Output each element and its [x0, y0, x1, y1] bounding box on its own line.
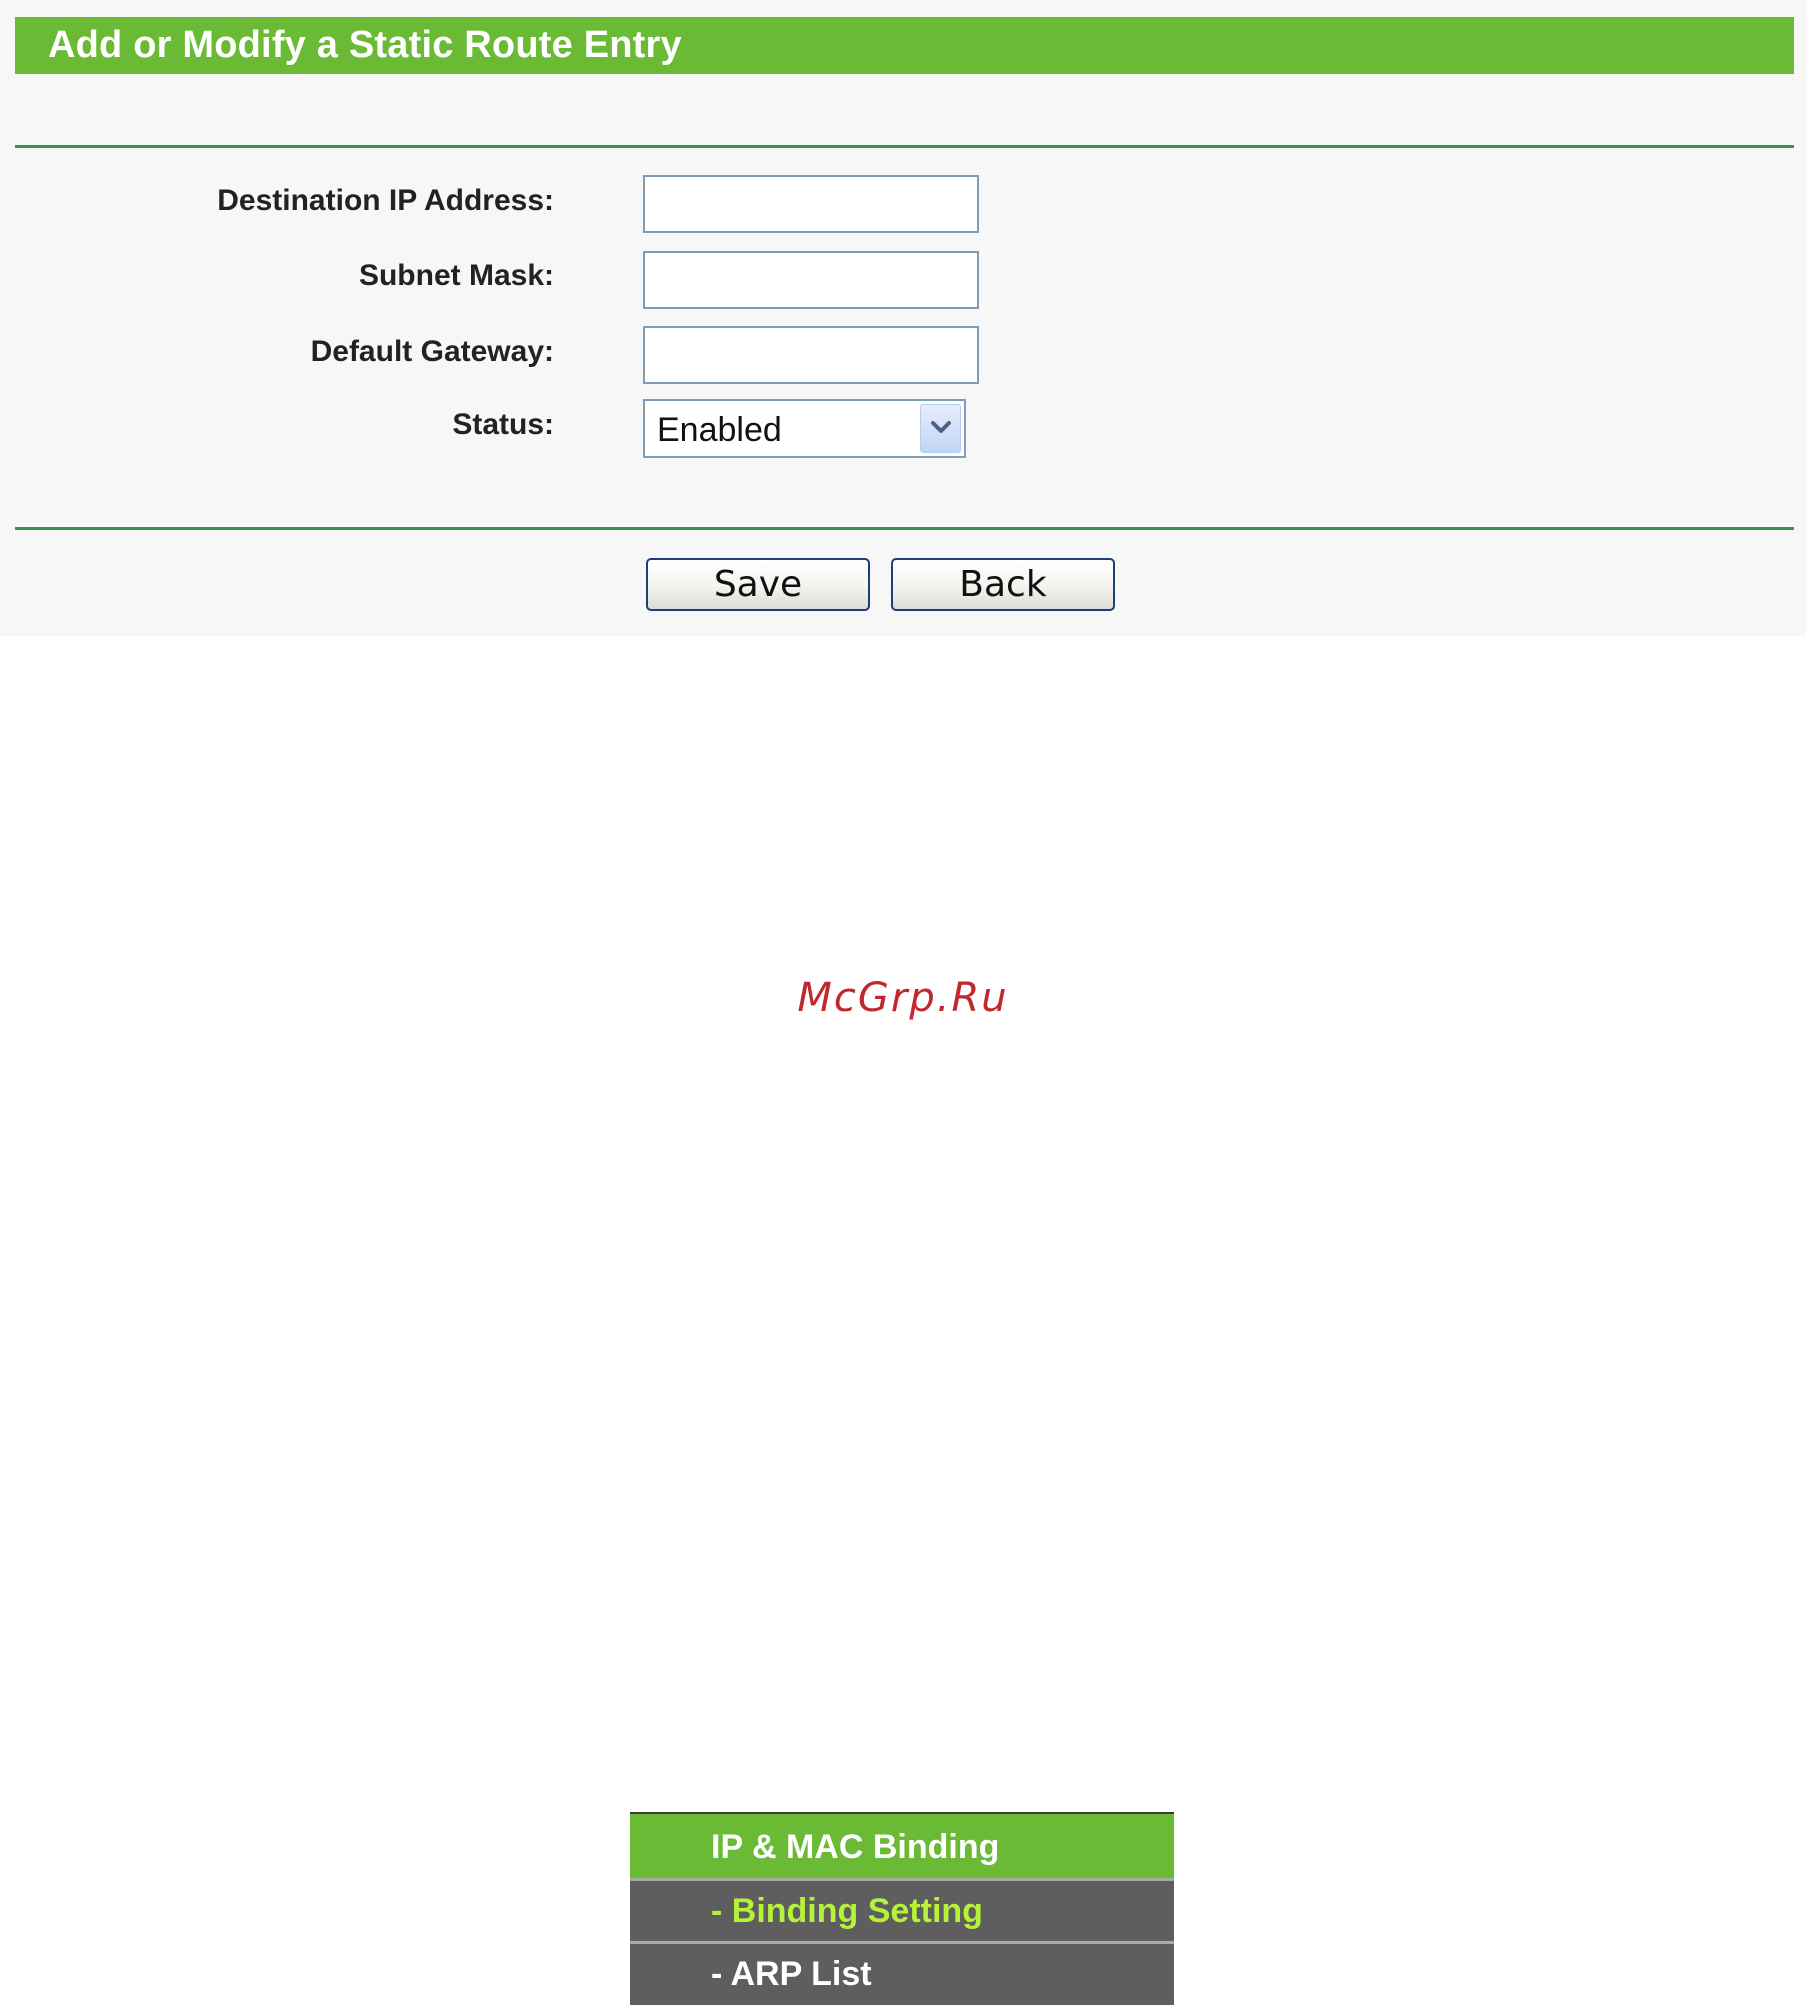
- status-select[interactable]: Enabled: [643, 399, 966, 458]
- default-gateway-label: Default Gateway:: [310, 335, 554, 368]
- divider-top: [15, 145, 1794, 148]
- back-button[interactable]: Back: [891, 558, 1115, 611]
- select-dropdown-button[interactable]: [920, 404, 961, 453]
- sidebar-menu: IP & MAC Binding - Binding Setting - ARP…: [630, 1812, 1174, 2005]
- title-bar: Add or Modify a Static Route Entry: [15, 17, 1794, 74]
- divider-bottom: [15, 527, 1794, 530]
- destination-ip-label: Destination IP Address:: [217, 184, 554, 217]
- watermark: McGrp.Ru: [797, 975, 1009, 1021]
- static-route-form-panel: Add or Modify a Static Route Entry Desti…: [0, 0, 1806, 636]
- status-label: Status:: [452, 408, 554, 441]
- chevron-down-icon: [931, 421, 951, 433]
- save-button[interactable]: Save: [646, 558, 870, 611]
- subnet-mask-label: Subnet Mask:: [358, 259, 554, 292]
- menu-item-binding-setting[interactable]: - Binding Setting: [630, 1881, 1174, 1941]
- menu-item-ip-mac-binding[interactable]: IP & MAC Binding: [630, 1814, 1174, 1880]
- page-title: Add or Modify a Static Route Entry: [48, 24, 682, 66]
- subnet-mask-input[interactable]: [643, 251, 979, 309]
- destination-ip-input[interactable]: [643, 175, 979, 233]
- status-select-value: Enabled: [657, 411, 782, 449]
- menu-item-arp-list[interactable]: - ARP List: [630, 1944, 1174, 2005]
- default-gateway-input[interactable]: [643, 326, 979, 384]
